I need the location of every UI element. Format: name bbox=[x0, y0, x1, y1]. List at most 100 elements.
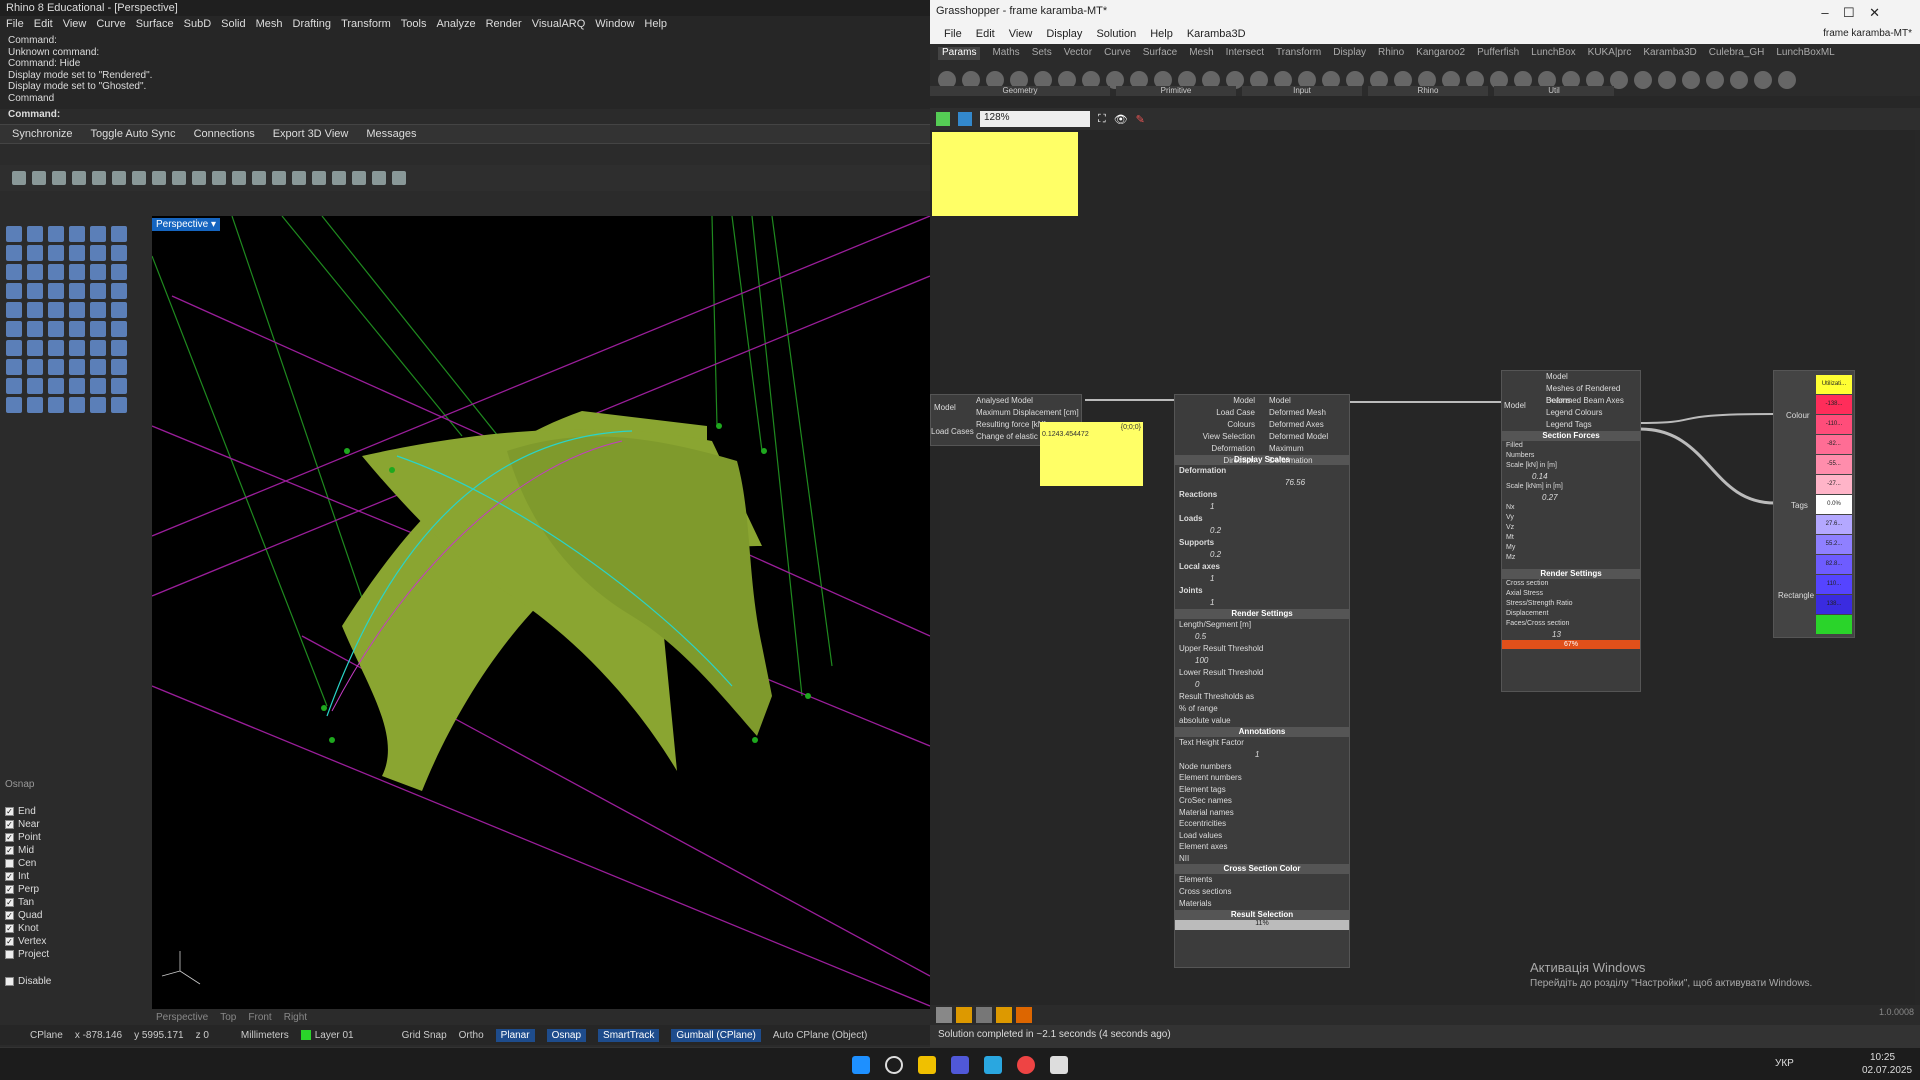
viewport-tab[interactable]: Perspective bbox=[156, 1012, 208, 1023]
tool-icon[interactable] bbox=[69, 245, 85, 261]
legend-cell[interactable]: 110... bbox=[1816, 575, 1852, 594]
legend-cell[interactable]: -55... bbox=[1816, 455, 1852, 474]
tool-icon[interactable] bbox=[48, 226, 64, 242]
annotation-toggle[interactable]: Eccentricities bbox=[1175, 818, 1349, 830]
tool-icon[interactable] bbox=[111, 340, 127, 356]
group-icon[interactable] bbox=[996, 1007, 1012, 1023]
tool-icon[interactable] bbox=[111, 321, 127, 337]
osnap-near[interactable]: ✓ Near bbox=[0, 818, 108, 831]
layers-icon[interactable] bbox=[292, 171, 306, 185]
osnap-checkbox[interactable] bbox=[5, 950, 14, 959]
copy-icon[interactable] bbox=[112, 171, 126, 185]
analysis-input-loadcases[interactable]: Load Cases bbox=[931, 427, 974, 436]
gh-menu-edit[interactable]: Edit bbox=[976, 28, 995, 40]
perspective-viewport[interactable] bbox=[152, 216, 930, 1009]
panel-tab[interactable]: Synchronize bbox=[12, 128, 73, 140]
modelview-input[interactable]: Colours bbox=[1179, 419, 1255, 431]
beam-render-row[interactable]: Faces/Cross section bbox=[1502, 619, 1640, 629]
tool-icon[interactable] bbox=[27, 283, 43, 299]
beamview-output[interactable]: Legend Colours bbox=[1546, 407, 1640, 419]
annotation-toggle[interactable]: Node numbers bbox=[1175, 761, 1349, 773]
zoom-extents-icon[interactable] bbox=[232, 171, 246, 185]
tool-icon[interactable] bbox=[69, 359, 85, 375]
osnap-checkbox[interactable]: ✓ bbox=[5, 807, 14, 816]
legend-cell[interactable]: -82... bbox=[1816, 435, 1852, 454]
osnap-checkbox[interactable] bbox=[5, 859, 14, 868]
sketch-icon[interactable]: ✎ bbox=[1136, 113, 1145, 126]
beam-render-row[interactable]: Axial Stress bbox=[1502, 589, 1640, 599]
legend-cell[interactable]: -138... bbox=[1816, 395, 1852, 414]
panel-tab[interactable]: Toggle Auto Sync bbox=[91, 128, 176, 140]
tool-icon[interactable] bbox=[90, 245, 106, 261]
material-icon[interactable] bbox=[352, 171, 366, 185]
osnap-cen[interactable]: Cen bbox=[0, 857, 108, 870]
zoom-icon[interactable] bbox=[192, 171, 206, 185]
tool-icon[interactable] bbox=[111, 283, 127, 299]
faces-slider[interactable]: 13 bbox=[1502, 629, 1640, 640]
gh-tab[interactable]: Params bbox=[938, 47, 981, 60]
osnap-perp[interactable]: ✓ Perp bbox=[0, 883, 108, 896]
osnap-checkbox[interactable]: ✓ bbox=[5, 898, 14, 907]
legend-cell[interactable]: 138... bbox=[1816, 595, 1852, 614]
osnap-checkbox[interactable]: ✓ bbox=[5, 833, 14, 842]
annotation-toggle[interactable]: Material names bbox=[1175, 807, 1349, 819]
cross-section-color-option[interactable]: Cross sections bbox=[1175, 886, 1349, 898]
render-slider[interactable]: 0 bbox=[1175, 679, 1349, 691]
gh-tab[interactable]: Maths bbox=[992, 47, 1019, 60]
section-force-row[interactable]: Filled bbox=[1502, 441, 1640, 451]
annotation-toggle[interactable]: Load values bbox=[1175, 830, 1349, 842]
status-layer[interactable]: Layer 01 bbox=[315, 1030, 354, 1041]
gh-tab[interactable]: Mesh bbox=[1189, 47, 1213, 60]
gh-tab[interactable]: Transform bbox=[1276, 47, 1321, 60]
grid-icon[interactable] bbox=[272, 171, 286, 185]
section-force-row[interactable]: Nx bbox=[1502, 503, 1640, 513]
section-header[interactable]: Display Scales bbox=[1175, 455, 1349, 465]
tool-icon[interactable] bbox=[111, 302, 127, 318]
tool-icon[interactable] bbox=[90, 321, 106, 337]
tool-icon[interactable] bbox=[27, 226, 43, 242]
tool-icon[interactable] bbox=[111, 397, 127, 413]
rotate-view-icon[interactable] bbox=[252, 171, 266, 185]
tool-icon[interactable] bbox=[48, 340, 64, 356]
tool-icon[interactable] bbox=[48, 283, 64, 299]
beamview-progress-bar[interactable]: 67% bbox=[1502, 640, 1640, 649]
gh-tab[interactable]: Culebra_GH bbox=[1709, 47, 1765, 60]
scale-slider[interactable]: 76.56 bbox=[1175, 477, 1349, 489]
annotation-toggle[interactable]: NII bbox=[1175, 853, 1349, 865]
modelview-input[interactable]: Load Case bbox=[1179, 407, 1255, 419]
tool-icon[interactable] bbox=[111, 226, 127, 242]
status-cplane[interactable]: CPlane bbox=[30, 1030, 63, 1041]
preview-icon[interactable] bbox=[956, 1007, 972, 1023]
cross-section-color-option[interactable]: Elements bbox=[1175, 874, 1349, 886]
scale-slider[interactable]: 1 bbox=[1175, 597, 1349, 609]
tool-icon[interactable] bbox=[6, 302, 22, 318]
gh-tab[interactable]: Intersect bbox=[1226, 47, 1264, 60]
viewport-tab[interactable]: Front bbox=[248, 1012, 271, 1023]
tool-icon[interactable] bbox=[69, 340, 85, 356]
section-forces-header[interactable]: Section Forces bbox=[1502, 431, 1640, 441]
osnap-disable[interactable]: Disable bbox=[0, 975, 108, 988]
search-icon[interactable] bbox=[885, 1056, 903, 1074]
open-icon[interactable] bbox=[32, 171, 46, 185]
tool-icon[interactable] bbox=[90, 226, 106, 242]
modelview-input[interactable]: Model bbox=[1179, 395, 1255, 407]
result-selection-bar[interactable]: 11% bbox=[1175, 920, 1349, 930]
tool-icon[interactable] bbox=[90, 283, 106, 299]
tool-icon[interactable] bbox=[90, 359, 106, 375]
legend-input-rectangle[interactable]: Rectangle bbox=[1778, 591, 1814, 600]
annotation-toggle[interactable]: Element axes bbox=[1175, 841, 1349, 853]
tool-icon[interactable] bbox=[90, 302, 106, 318]
text-height-slider[interactable]: 1 bbox=[1175, 749, 1349, 761]
analysis-output[interactable]: Maximum Displacement [cm] bbox=[976, 407, 1081, 419]
menu-visualarq[interactable]: VisualARQ bbox=[532, 18, 586, 31]
legend-input-tags[interactable]: Tags bbox=[1791, 501, 1808, 510]
preview-eye-icon[interactable]: 👁 bbox=[1114, 113, 1128, 126]
tool-icon[interactable] bbox=[27, 302, 43, 318]
tool-icon[interactable] bbox=[69, 397, 85, 413]
section-force-row[interactable]: Numbers bbox=[1502, 451, 1640, 461]
tool-icon[interactable] bbox=[69, 378, 85, 394]
beamview-output[interactable]: Meshes of Rendered Beams bbox=[1546, 383, 1640, 405]
section-force-row[interactable]: Vy bbox=[1502, 513, 1640, 523]
gh-tab[interactable]: Rhino bbox=[1378, 47, 1404, 60]
gh-tab[interactable]: Display bbox=[1333, 47, 1366, 60]
